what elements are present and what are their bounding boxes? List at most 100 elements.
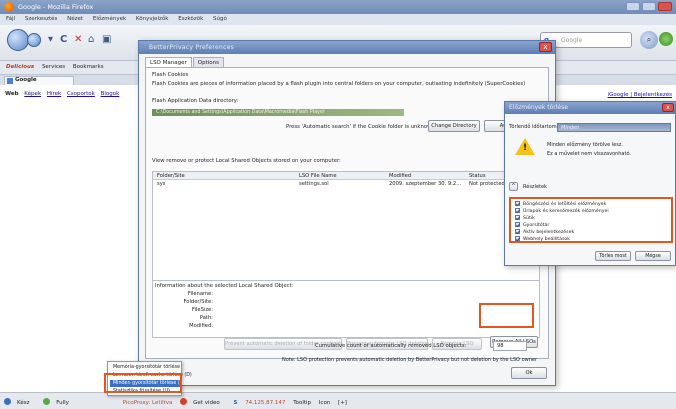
status-ip-address[interactable]: 74.125.87.147 [245, 400, 285, 406]
search-placeholder: Google [561, 37, 583, 44]
back-button[interactable] [7, 29, 29, 51]
time-range-select[interactable]: Minden [557, 123, 671, 132]
checkbox-active-logins[interactable]: Aktív bejelentkezések [515, 229, 574, 235]
clear-now-button[interactable]: Törlés most [595, 251, 631, 261]
status-get-video[interactable]: Get video [180, 398, 226, 406]
change-directory-button[interactable]: Change Directory [428, 120, 480, 132]
window-titlebar: Google - Mozilla Firefox [0, 0, 676, 14]
status-s[interactable]: S [233, 400, 237, 406]
search-go-icon[interactable]: ⌕ [640, 31, 658, 49]
services-menu[interactable]: Services [42, 64, 65, 70]
status-picoproxy[interactable]: PicoProxy: Letiltva [123, 400, 173, 406]
menu-bookmarks[interactable]: Könyvjelzők [136, 16, 169, 22]
close-window-button[interactable] [658, 2, 672, 11]
gbar-news[interactable]: Hírek [47, 91, 61, 97]
checkbox-site-preferences[interactable]: Webhely beállítások [515, 236, 570, 242]
col-status[interactable]: Status [469, 173, 486, 179]
bookmarks-button[interactable]: Bookmarks [73, 64, 104, 70]
flash-cookies-description: Flash Cookies are pieces of information … [152, 81, 526, 87]
ok-button[interactable]: Ok [511, 367, 547, 379]
row-site: sys [157, 181, 166, 187]
betterprivacy-close-button[interactable]: x [539, 42, 552, 52]
gbar-images[interactable]: Képek [24, 91, 41, 97]
warning-line-1: Minden előzmény törölve lesz. [547, 142, 624, 148]
addon-icon[interactable] [659, 32, 673, 46]
menu-tools[interactable]: Eszközök [178, 16, 203, 22]
clear-history-close-button[interactable]: x [662, 103, 674, 112]
checkbox-form-history[interactable]: Űrlapok és keresőmezők előzményei [515, 208, 609, 214]
video-icon [180, 398, 188, 405]
gbar-groups[interactable]: Csoportok [67, 91, 95, 97]
table-row[interactable]: sys settings.sol 2009. szeptember 30. 9:… [153, 180, 539, 188]
row-file: settings.sol [299, 181, 329, 187]
lso-table-header: Folder/Site LSO File Name Modified Statu… [153, 172, 539, 180]
firefox-icon [4, 2, 14, 12]
checkbox-icon [515, 201, 520, 206]
info-folder-label: Folder/Site: [183, 299, 214, 305]
betterprivacy-title: BetterPrivacy Preferences [149, 44, 235, 51]
tab-title: Google [15, 77, 37, 83]
status-dot-icon [43, 398, 51, 405]
status-expand[interactable]: [+] [338, 400, 347, 406]
col-modified[interactable]: Modified [389, 173, 411, 179]
menu-item-clear-memory-cache[interactable]: Memória-gyorsítótár törlése [110, 364, 181, 371]
checkbox-icon [515, 229, 520, 234]
checkbox-browsing-history[interactable]: Böngészési és letöltési előzmények [515, 201, 606, 207]
checkbox-icon [515, 208, 520, 213]
status-icon-text[interactable]: Icon [319, 400, 331, 406]
menu-bar: Fájl Szerkesztés Nézet Előzmények Könyvj… [0, 14, 676, 25]
auto-search-hint: Press 'Automatic search' if the Cookie f… [286, 124, 437, 130]
dropdown-icon[interactable]: ▾ [48, 34, 53, 45]
gbar-blogs[interactable]: Blogok [101, 91, 120, 97]
cumulative-count-label: Cumulative count of automatically remove… [315, 343, 467, 349]
status-icon [4, 398, 11, 405]
checkbox-icon [515, 215, 520, 220]
maximize-button[interactable] [642, 2, 656, 11]
details-label: Részletek [523, 184, 547, 190]
clear-history-dialog: Előzmények törlése x Törlendő időtartomá… [504, 101, 676, 266]
col-lso-file-name[interactable]: LSO File Name [299, 173, 337, 179]
google-bar: Web Képek Hírek Csoportok Blogok [5, 91, 123, 97]
status-bar: Kész Fully PicoProxy: Letiltva Get video… [0, 392, 676, 409]
tab-google[interactable]: Google [4, 76, 74, 85]
col-folder-site[interactable]: Folder/Site [157, 173, 185, 179]
minimize-button[interactable] [626, 2, 640, 11]
info-path-label: Path: [199, 315, 213, 321]
remove-all-highlight-frame [479, 303, 534, 328]
stop-icon[interactable]: ✕ [74, 34, 82, 45]
status-tooltip[interactable]: Tooltip [293, 400, 311, 406]
lso-protection-note: Note: LSO protection prevents automatic … [282, 357, 538, 363]
lso-list-intro: View remove or protect Local Shared Obje… [152, 158, 341, 164]
menu-edit[interactable]: Szerkesztés [25, 16, 58, 22]
menu-view[interactable]: Nézet [67, 16, 83, 22]
betterprivacy-titlebar: BetterPrivacy Preferences [139, 41, 555, 54]
checkbox-icon [515, 236, 520, 241]
cumulative-count-field: 98 [493, 341, 527, 351]
flash-dir-label: Flash Application Data directory: [152, 98, 239, 104]
info-filesize-label: FileSize: [191, 307, 213, 313]
google-favicon [7, 78, 13, 84]
cancel-button[interactable]: Mégse [635, 251, 671, 261]
home-icon[interactable]: ⌂ [88, 34, 94, 45]
delicious-logo[interactable]: Delicious [6, 64, 34, 70]
details-checklist: Böngészési és letöltési előzmények Űrlap… [509, 197, 673, 243]
status-ready: Kész [4, 398, 35, 406]
checkbox-cache[interactable]: Gyorsítótár [515, 222, 549, 228]
menu-help[interactable]: Súgó [213, 16, 227, 22]
forward-button[interactable] [27, 33, 41, 47]
status-fully[interactable]: Fully [43, 398, 75, 406]
menu-history[interactable]: Előzmények [93, 16, 126, 22]
checkbox-cookies[interactable]: Sütik [515, 215, 535, 221]
details-toggle-button[interactable]: ^ [509, 182, 518, 191]
info-modified-label: Modified: [189, 323, 213, 329]
gbar-web: Web [5, 91, 19, 97]
flash-dir-field[interactable]: C:\Documents and Settings\Application Da… [152, 109, 404, 116]
clear-history-title: Előzmények törlése [509, 104, 568, 111]
bookmark-icon[interactable]: ▣ [102, 34, 111, 45]
warning-icon: ! [515, 138, 535, 155]
window-controls [624, 2, 672, 13]
info-filename-label: Filename: [187, 291, 213, 297]
reload-icon[interactable]: C [60, 34, 67, 45]
menu-file[interactable]: Fájl [6, 16, 15, 22]
igoogle-signin-links[interactable]: iGoogle | Bejelentkezés [608, 92, 672, 98]
